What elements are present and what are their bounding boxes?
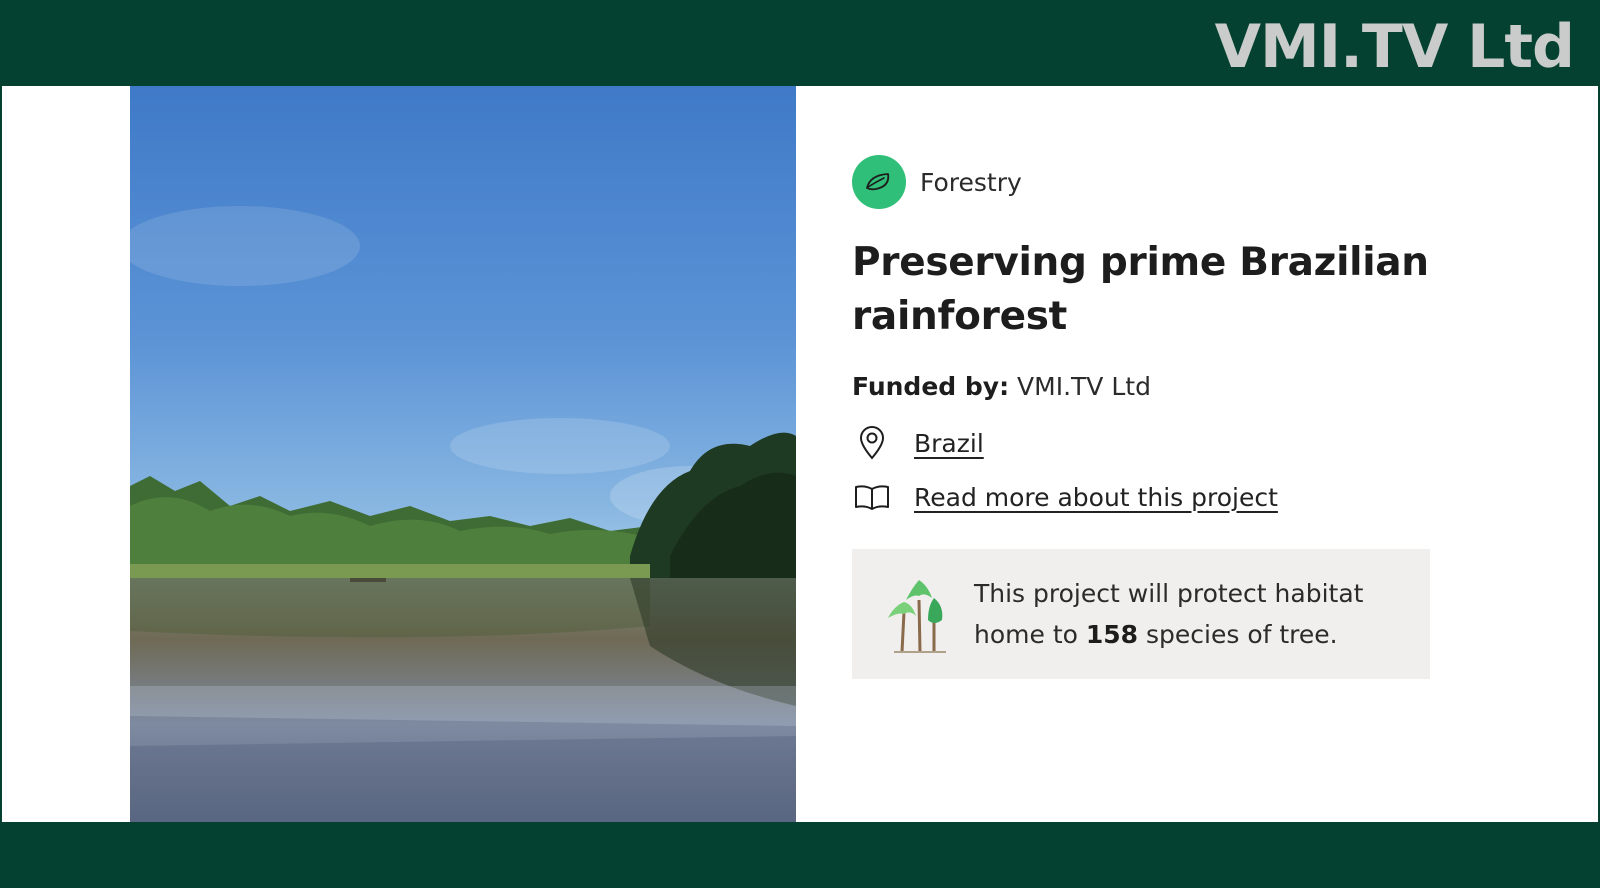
- species-count: 158: [1085, 620, 1139, 649]
- brand-watermark: VMI.TV Ltd: [1214, 12, 1575, 82]
- funded-by: Funded by: VMI.TV Ltd: [852, 372, 1452, 401]
- project-details: Forestry Preserving prime Brazilian rain…: [852, 154, 1452, 679]
- location-row: Brazil: [852, 425, 1452, 461]
- location-link[interactable]: Brazil: [914, 429, 984, 458]
- species-info-box: This project will protect habitat home t…: [852, 549, 1430, 679]
- funded-by-value: VMI.TV Ltd: [1017, 372, 1151, 401]
- leaf-icon: [852, 155, 906, 209]
- frame: VMI.TV Ltd Forestry Preserving prime Bra…: [0, 0, 1600, 888]
- location-pin-icon: [852, 423, 892, 463]
- book-icon: [852, 477, 892, 517]
- category-label: Forestry: [920, 167, 1022, 197]
- project-card: Forestry Preserving prime Brazilian rain…: [2, 86, 1598, 822]
- rainforest-river-image: [130, 206, 796, 822]
- project-title: Preserving prime Brazilian rainforest: [852, 240, 1429, 339]
- species-text-after: species of tree.: [1146, 620, 1338, 649]
- category: Forestry: [852, 154, 1452, 210]
- funded-by-label: Funded by:: [852, 372, 1010, 401]
- trees-icon: [884, 572, 954, 656]
- read-more-link[interactable]: Read more about this project: [914, 483, 1278, 512]
- project-photo: [130, 86, 796, 822]
- read-more-row: Read more about this project: [852, 479, 1452, 515]
- species-info-text: This project will protect habitat home t…: [974, 573, 1430, 655]
